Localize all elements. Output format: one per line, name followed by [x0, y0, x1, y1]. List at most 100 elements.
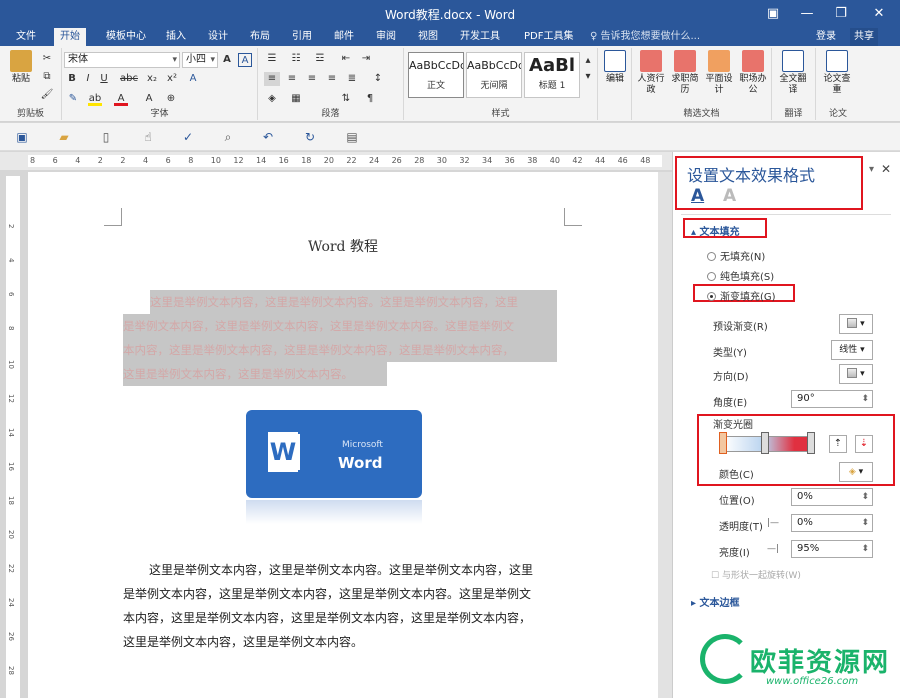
- shading-icon[interactable]: ◈: [264, 92, 280, 106]
- text-effects-icon-tab[interactable]: A: [723, 188, 736, 205]
- increase-indent-icon[interactable]: ⇥: [358, 52, 374, 66]
- tab-references[interactable]: 引用: [286, 28, 318, 46]
- preset-gradient-button[interactable]: ▾: [839, 314, 873, 334]
- tab-home[interactable]: 开始: [54, 28, 86, 46]
- pane-close-icon[interactable]: ✕: [881, 162, 891, 176]
- text-border-section[interactable]: ▸ 文本边框: [691, 594, 740, 609]
- tab-view[interactable]: 视图: [412, 28, 444, 46]
- body-line[interactable]: 是举例文本内容，这里是举例文本内容，这里是举例文本内容。这里是举例文: [123, 582, 563, 606]
- align-center-icon[interactable]: ≡: [284, 72, 300, 86]
- add-stop-icon[interactable]: ⇡: [829, 435, 847, 453]
- word-logo-image[interactable]: W Microsoft Word: [246, 410, 422, 498]
- gradient-fill-radio[interactable]: 渐变填充(G): [707, 288, 776, 303]
- numbering-icon[interactable]: ☷: [288, 52, 304, 66]
- touch-mode-icon[interactable]: ☝: [140, 129, 156, 145]
- tell-me-search[interactable]: ♀ 告诉我您想要做什么...: [590, 28, 700, 46]
- tab-review[interactable]: 审阅: [370, 28, 402, 46]
- highlighted-line[interactable]: 这里是举例文本内容，这里是举例文本内容。: [123, 362, 387, 386]
- highlighted-line[interactable]: 本内容，这里是举例文本内容，这里是举例文本内容，这里是举例文本内容，: [123, 338, 557, 362]
- paper-check-button[interactable]: 论文查重: [822, 50, 852, 96]
- text-fill-outline-icon[interactable]: A: [691, 188, 704, 205]
- print-preview-icon[interactable]: ⌕: [220, 129, 236, 145]
- brightness-input[interactable]: 95%: [791, 540, 873, 558]
- text-fill-section[interactable]: ▴ 文本填充: [691, 223, 740, 238]
- remove-stop-icon[interactable]: ⇣: [855, 435, 873, 453]
- body-line[interactable]: 本内容，这里是举例文本内容，这里是举例文本内容，这里是举例文本内容，: [123, 606, 563, 630]
- line-spacing-icon[interactable]: ↕: [370, 72, 386, 86]
- tab-file[interactable]: 文件: [10, 28, 42, 46]
- tab-insert[interactable]: 插入: [160, 28, 192, 46]
- office-button[interactable]: 职场办公: [738, 50, 768, 96]
- close-window-button[interactable]: ✕: [862, 0, 896, 28]
- save-icon[interactable]: ▣: [14, 129, 30, 145]
- type-select[interactable]: 线性 ▾: [831, 340, 873, 360]
- italic-button[interactable]: I: [82, 72, 94, 86]
- document-page[interactable]: Word 教程 这里是举例文本内容，这里是举例文本内容。这里是举例文本内容，这里…: [28, 172, 658, 698]
- new-doc-icon[interactable]: ▯: [98, 129, 114, 145]
- resume-button[interactable]: 求职简历: [670, 50, 700, 96]
- spelling-icon[interactable]: ✓: [180, 129, 196, 145]
- redo-icon[interactable]: ↻: [302, 129, 318, 145]
- body-line[interactable]: 这里是举例文本内容，这里是举例文本内容。这里是举例文本内容，这里: [123, 558, 563, 582]
- rotate-with-shape-checkbox[interactable]: ☐ 与形状一起旋转(W): [711, 568, 801, 581]
- color-picker-button[interactable]: ◈ ▾: [839, 462, 873, 482]
- bold-button[interactable]: B: [66, 72, 78, 86]
- grow-font-icon[interactable]: A: [220, 53, 234, 67]
- gradient-stop-2[interactable]: [761, 432, 769, 454]
- text-effect-button[interactable]: A: [186, 72, 200, 86]
- translate-button[interactable]: 全文翻译: [778, 50, 808, 96]
- highlight-icon[interactable]: ab: [88, 92, 102, 106]
- style-no-spacing[interactable]: AaBbCcDd 无间隔: [466, 52, 522, 98]
- format-painter-icon[interactable]: 🖌: [40, 88, 54, 102]
- customize-icon[interactable]: ▤: [344, 129, 360, 145]
- distributed-icon[interactable]: ≣: [344, 72, 360, 86]
- pane-menu-icon[interactable]: ▾: [869, 164, 874, 175]
- direction-button[interactable]: ▾: [839, 364, 873, 384]
- highlighted-line[interactable]: 是举例文本内容，这里是举例文本内容，这里是举例文本内容。这里是举例文: [123, 314, 557, 338]
- tab-developer[interactable]: 开发工具: [454, 28, 506, 46]
- text-effects-icon[interactable]: ✎: [66, 92, 80, 106]
- bullets-icon[interactable]: ☰: [264, 52, 280, 66]
- graphic-design-button[interactable]: 平面设计: [704, 50, 734, 96]
- gradient-stop-3[interactable]: [807, 432, 815, 454]
- font-shading-icon[interactable]: A: [142, 92, 156, 106]
- justify-icon[interactable]: ≡: [324, 72, 340, 86]
- hr-admin-button[interactable]: 人资行政: [636, 50, 666, 96]
- font-color-icon[interactable]: A: [114, 92, 128, 106]
- edit-button[interactable]: 编辑: [600, 50, 630, 85]
- gradient-stop-1[interactable]: [719, 432, 727, 454]
- solid-fill-radio[interactable]: 纯色填充(S): [707, 268, 774, 283]
- decrease-indent-icon[interactable]: ⇤: [338, 52, 354, 66]
- tab-mailings[interactable]: 邮件: [328, 28, 360, 46]
- angle-input[interactable]: 90°: [791, 390, 873, 408]
- tab-design[interactable]: 设计: [202, 28, 234, 46]
- restore-button[interactable]: ❐: [824, 0, 858, 28]
- transparency-input[interactable]: 0%: [791, 514, 873, 532]
- no-fill-radio[interactable]: 无填充(N): [707, 248, 765, 263]
- strikethrough-button[interactable]: abc: [118, 72, 140, 86]
- show-marks-icon[interactable]: ¶: [362, 92, 378, 106]
- align-left-icon[interactable]: ≡: [264, 72, 280, 86]
- login-link[interactable]: 登录: [816, 28, 836, 46]
- enclose-chars-icon[interactable]: ⊕: [164, 92, 178, 106]
- font-size-combo[interactable]: 小四: [182, 52, 218, 68]
- multilevel-list-icon[interactable]: ☲: [312, 52, 328, 66]
- vertical-scrollbar[interactable]: [658, 172, 672, 698]
- minimize-button[interactable]: —: [790, 0, 824, 28]
- position-input[interactable]: 0%: [791, 488, 873, 506]
- font-name-combo[interactable]: 宋体: [64, 52, 180, 68]
- sort-icon[interactable]: ⇅: [338, 92, 354, 106]
- paste-button[interactable]: 粘贴: [6, 50, 36, 85]
- share-button[interactable]: 共享: [850, 28, 878, 46]
- style-heading1[interactable]: AaBl 标题 1: [524, 52, 580, 98]
- superscript-button[interactable]: x²: [164, 72, 180, 86]
- brightness-slider-icon[interactable]: —|: [767, 544, 779, 554]
- style-normal[interactable]: AaBbCcDd 正文: [408, 52, 464, 98]
- styles-scroll-up-icon[interactable]: ▴: [582, 54, 594, 68]
- open-icon[interactable]: ▰: [56, 129, 72, 145]
- transparency-slider-icon[interactable]: |—: [767, 518, 779, 528]
- borders-icon[interactable]: ▦: [288, 92, 304, 106]
- tab-pdf-tools[interactable]: PDF工具集: [518, 28, 579, 46]
- align-right-icon[interactable]: ≡: [304, 72, 320, 86]
- char-border-icon[interactable]: A: [238, 53, 252, 67]
